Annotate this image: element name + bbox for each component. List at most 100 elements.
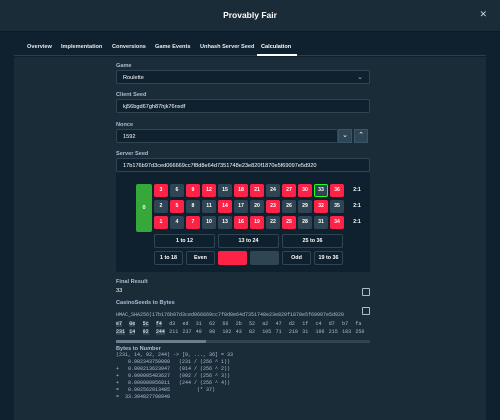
- roulette-cell: 23: [266, 200, 280, 213]
- hex-byte: 1f: [302, 321, 309, 327]
- roulette-cell: 35: [330, 200, 344, 213]
- roulette-cell: 16: [234, 216, 248, 229]
- tab-overview[interactable]: Overview: [27, 44, 52, 50]
- decimal-byte: 215: [328, 329, 338, 335]
- decimal-byte: 210: [288, 329, 298, 335]
- decimal-byte: 231: [116, 329, 126, 335]
- hex-byte: a2: [262, 321, 269, 327]
- scrollbar-thumb[interactable]: [116, 340, 206, 343]
- hex-byte: b7: [342, 321, 349, 327]
- column-bet-bottom: 2:1: [349, 216, 365, 229]
- decimal-byte: 211: [169, 329, 179, 335]
- server-seed-label: Server Seed: [116, 151, 149, 157]
- decimal-byte: 43: [235, 329, 242, 335]
- low-bet: 1 to 18: [154, 251, 183, 265]
- bn-line: + 0.000213623047 (014 / (256 ^ 2)): [116, 366, 231, 372]
- roulette-cell: 27: [282, 184, 296, 197]
- hex-byte-row: e7 0e 5c f4 d3 ed 31 62 66 2b 52 a2 47 d2 1f c4 d7 b7 fa: [116, 321, 370, 329]
- even-bet: Even: [186, 251, 215, 265]
- hex-byte: 47: [275, 321, 282, 327]
- roulette-cell: 7: [186, 216, 200, 229]
- hex-byte: 0e: [129, 321, 136, 327]
- game-select[interactable]: Roulette ⌄: [116, 70, 370, 84]
- tab-calculation[interactable]: Calculation: [261, 44, 291, 50]
- column-bet-top: 2:1: [349, 184, 365, 197]
- server-seed-input[interactable]: 17b176b97d3ced066669cc7f8d8e64d7351748e2…: [116, 158, 370, 172]
- decimal-byte: 49: [195, 329, 202, 335]
- active-tab-indicator: [257, 54, 297, 56]
- roulette-cell: 14: [218, 200, 232, 213]
- modal-title: Provably Fair: [223, 10, 277, 20]
- decimal-byte: 250: [355, 329, 365, 335]
- roulette-cell: 29: [298, 200, 312, 213]
- tab-game-events[interactable]: Game Events: [155, 44, 190, 50]
- decimal-byte: 102: [222, 329, 232, 335]
- decimal-byte: 71: [275, 329, 282, 335]
- modal-header: Provably Fair ✕: [0, 0, 500, 32]
- hex-byte: d7: [328, 321, 335, 327]
- close-icon[interactable]: ✕: [479, 9, 487, 20]
- hex-byte: 31: [195, 321, 202, 327]
- black-bet: [250, 251, 279, 265]
- bn-line: = 33.394827798940: [116, 394, 171, 400]
- decimal-byte: 183: [342, 329, 352, 335]
- dozen-bet-2: 13 to 24: [218, 234, 279, 248]
- hex-byte: ed: [182, 321, 189, 327]
- final-result-label: Final Result: [116, 279, 148, 285]
- nonce-decrement-chevron-down-icon[interactable]: ⌄: [338, 129, 352, 143]
- decimal-byte: 196: [315, 329, 325, 335]
- roulette-cell: 12: [202, 184, 216, 197]
- hex-byte: d2: [288, 321, 295, 327]
- roulette-cell-zero: 0: [136, 184, 152, 232]
- tab-implementation[interactable]: Implementation: [61, 44, 102, 50]
- client-seed-input[interactable]: kj56bgd67gh87hjk76nxdf: [116, 99, 370, 113]
- high-bet: 19 to 36: [314, 251, 343, 265]
- red-bet: [218, 251, 247, 265]
- hex-byte: 2b: [235, 321, 242, 327]
- roulette-cell: 33: [314, 184, 328, 197]
- tab-unhash-server-seed[interactable]: Unhash Server Seed: [200, 44, 254, 50]
- roulette-cell: 22: [266, 216, 280, 229]
- roulette-board: 0 3 6 9 12 15 18 21 24 27 30 33 36 2 5 8 11 14 17 20 23 26 29…: [116, 172, 370, 272]
- client-seed-label: Client Seed: [116, 92, 147, 98]
- hex-byte: fa: [355, 321, 362, 327]
- hex-byte: 5c: [142, 321, 149, 327]
- decimal-byte: 92: [142, 329, 149, 335]
- roulette-cell: 1: [154, 216, 168, 229]
- roulette-cell: 32: [314, 200, 328, 213]
- decimal-byte: 98: [209, 329, 216, 335]
- game-select-value: Roulette: [123, 74, 144, 81]
- decimal-byte-row: 231 14 92 244 211 237 49 98 102 43 82 105 71 210 31 196…: [116, 329, 370, 337]
- odd-bet: Odd: [282, 251, 311, 265]
- roulette-cell: 18: [234, 184, 248, 197]
- final-result-output: 33: [116, 288, 370, 298]
- nonce-label: Nonce: [116, 122, 134, 128]
- decimal-byte: 82: [249, 329, 256, 335]
- bn-line: = 0.902562913485 (* 37): [116, 387, 216, 393]
- decimal-byte: 105: [262, 329, 272, 335]
- bn-line: (231, 14, 92, 244) -> [0, ..., 36] = 33: [116, 352, 234, 358]
- hex-byte: c4: [315, 321, 322, 327]
- hex-byte: 62: [209, 321, 216, 327]
- roulette-cell: 11: [202, 200, 216, 213]
- bytes-scrollbar[interactable]: [116, 340, 370, 343]
- roulette-cell: 36: [330, 184, 344, 197]
- roulette-cell: 31: [314, 216, 328, 229]
- decimal-byte: 14: [129, 329, 136, 335]
- roulette-cell: 13: [218, 216, 232, 229]
- roulette-cell: 34: [330, 216, 344, 229]
- nonce-input[interactable]: 1592: [116, 129, 338, 143]
- nonce-increment-chevron-up-icon[interactable]: ⌃: [354, 129, 368, 143]
- roulette-cell: 9: [186, 184, 200, 197]
- roulette-cell: 19: [250, 216, 264, 229]
- hmac-line: HMAC_SHA256(17b176b97d3ced066669cc7f8d8e…: [116, 312, 345, 318]
- roulette-cell: 28: [298, 216, 312, 229]
- copy-icon[interactable]: [362, 288, 370, 296]
- column-bet-middle: 2:1: [349, 200, 365, 213]
- hex-byte: 52: [249, 321, 256, 327]
- game-label: Game: [116, 63, 132, 69]
- dozen-bet-1: 1 to 12: [154, 234, 215, 248]
- roulette-cell: 20: [250, 200, 264, 213]
- tab-conversions[interactable]: Conversions: [112, 44, 146, 50]
- bn-line: 0.902343750000 (231 / (256 ^ 1)): [116, 359, 231, 365]
